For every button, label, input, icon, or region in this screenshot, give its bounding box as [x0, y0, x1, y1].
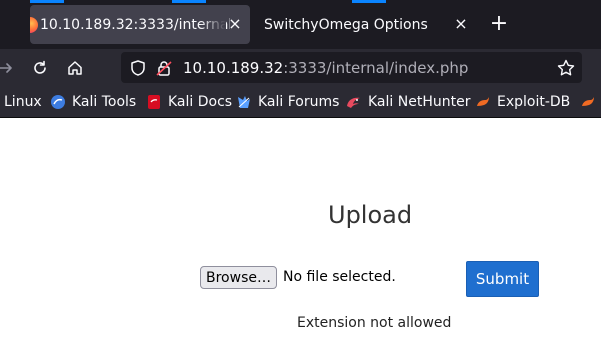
navigation-toolbar: 10.10.189.32:3333/internal/index.php [0, 49, 601, 86]
url-text[interactable]: 10.10.189.32:3333/internal/index.php [183, 59, 468, 77]
url-host: 10.10.189.32 [183, 59, 284, 77]
bookmark-kali-forums[interactable]: Kali Forums [236, 93, 339, 111]
file-status-label: No file selected. [283, 269, 396, 285]
bookmark-linux[interactable]: Linux [4, 93, 42, 111]
firefox-icon [30, 17, 38, 33]
bookmark-label: Kali Docs [168, 94, 233, 110]
reload-icon[interactable] [28, 56, 52, 80]
kali-forums-icon [236, 94, 252, 110]
bookmark-label: Kali Forums [258, 94, 340, 110]
tab-accent-bar [30, 0, 64, 3]
url-path: :3333/internal/index.php [283, 59, 469, 77]
bookmark-kali-tools[interactable]: Kali Tools [50, 93, 136, 111]
exploit-db-icon [580, 94, 596, 110]
tab-switchyomega[interactable]: SwitchyOmega Options × [252, 5, 474, 44]
bookmark-overflow[interactable]: G [580, 93, 601, 111]
tab-title-fade [200, 5, 226, 44]
submit-button[interactable]: Submit [466, 261, 539, 297]
close-icon[interactable]: × [226, 15, 244, 33]
browse-button[interactable]: Browse… [200, 266, 277, 289]
home-icon[interactable] [63, 56, 87, 80]
page-title: Upload [328, 201, 413, 229]
tab-strip: 10.10.189.32:3333/internal/in × SwitchyO… [0, 0, 601, 49]
forward-icon[interactable] [0, 56, 18, 80]
bookmark-label: Kali NetHunter [368, 94, 471, 110]
kali-tools-icon [50, 94, 66, 110]
bookmark-exploit-db[interactable]: Exploit-DB [475, 93, 570, 111]
insecure-lock-icon[interactable] [155, 59, 173, 77]
new-tab-icon[interactable]: + [488, 13, 510, 35]
tab-active[interactable]: 10.10.189.32:3333/internal/in × [30, 5, 250, 44]
bookmark-label: Exploit-DB [497, 94, 571, 110]
bookmark-label: Linux [4, 94, 42, 110]
bookmark-kali-docs[interactable]: Kali Docs [146, 93, 232, 111]
tracking-protection-icon[interactable] [129, 59, 147, 77]
bookmark-kali-nethunter[interactable]: Kali NetHunter [346, 93, 470, 111]
bookmark-star-icon[interactable] [556, 58, 576, 78]
upload-error-message: Extension not allowed [297, 315, 452, 331]
kali-docs-icon [146, 94, 162, 110]
exploit-db-icon [475, 94, 491, 110]
tab-accent-bar [172, 0, 206, 3]
url-bar[interactable]: 10.10.189.32:3333/internal/index.php [121, 52, 582, 83]
nethunter-icon [346, 94, 362, 110]
tab-accent-bar [352, 0, 386, 3]
close-icon[interactable]: × [452, 15, 470, 33]
bookmark-label: Kali Tools [72, 94, 137, 110]
bookmarks-toolbar: Linux Kali Tools Kali Docs Kali Forums K… [0, 86, 601, 118]
page-content: Upload Browse… No file selected. Submit … [0, 119, 601, 354]
tab-title: SwitchyOmega Options [264, 16, 428, 33]
